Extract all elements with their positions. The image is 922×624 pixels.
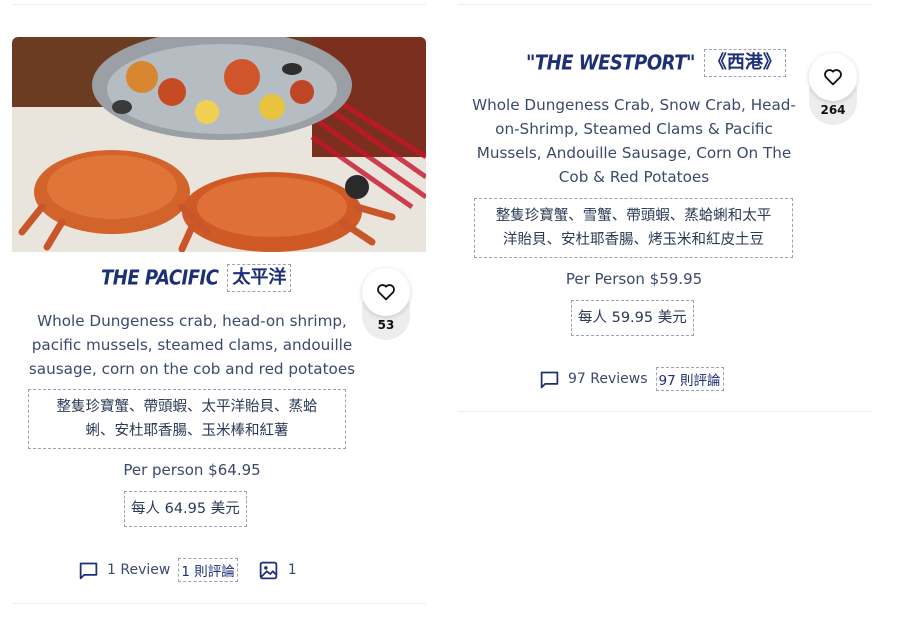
description-zh-line: 蜊、安杜耶香腸、玉米棒和紅薯 xyxy=(85,423,289,439)
card-divider-right xyxy=(458,411,872,412)
price-en: Per Person $59.95 xyxy=(565,270,703,288)
image-icon[interactable] xyxy=(258,560,279,581)
dish-name-zh: 《西港》 xyxy=(703,49,786,77)
description-line: pacific mussels, steamed clams, andouill… xyxy=(31,336,353,354)
reviews-link-zh[interactable]: 1 則評論 xyxy=(178,558,238,582)
card-divider-left xyxy=(12,603,426,604)
description-line: Whole Dungeness crab, head-on shrimp, xyxy=(37,312,347,330)
comment-icon[interactable] xyxy=(539,369,560,390)
top-divider-right xyxy=(458,4,872,5)
heart-outline-icon xyxy=(376,283,396,301)
description-line: sausage, corn on the cob and red potatoe… xyxy=(28,360,356,378)
favorite-widget-pacific: 53 xyxy=(362,268,410,340)
reviews-link[interactable]: 97 Reviews xyxy=(568,371,648,387)
favorite-widget-westport: 264 xyxy=(809,53,857,125)
description-line: Whole Dungeness Crab, Snow Crab, Head- xyxy=(472,96,796,114)
reviews-link-zh[interactable]: 97 則評論 xyxy=(655,367,724,391)
reviews-link[interactable]: 1 Review xyxy=(107,562,170,578)
price-en: Per person $64.95 xyxy=(123,461,261,479)
dish-description-en: Whole Dungeness crab, head-on shrimp, pa… xyxy=(22,309,362,381)
description-zh-line: 洋貽貝、安杜耶香腸、烤玉米和紅皮土豆 xyxy=(503,232,764,248)
heart-outline-icon xyxy=(823,68,843,86)
review-row-pacific: 1 Review 1 則評論 1 xyxy=(78,558,297,582)
dish-title-westport: "THE WESTPORT" 《西港》 xyxy=(526,49,786,77)
dish-name-en: "THE WESTPORT" xyxy=(526,51,695,75)
seafood-boil-photo[interactable] xyxy=(12,37,426,252)
dish-name-en: THE PACIFIC xyxy=(101,266,219,290)
dish-description-zh: 整隻珍寶蟹、帶頭蝦、太平洋貽貝、蒸蛤 蜊、安杜耶香腸、玉米棒和紅薯 xyxy=(28,389,346,449)
favorite-button[interactable] xyxy=(362,268,410,316)
dish-description-zh: 整隻珍寶蟹、雪蟹、帶頭蝦、蒸蛤蜊和太平 洋貽貝、安杜耶香腸、烤玉米和紅皮土豆 xyxy=(474,198,793,258)
price-zh: 每人 64.95 美元 xyxy=(124,491,247,527)
description-zh-line: 整隻珍寶蟹、帶頭蝦、太平洋貽貝、蒸蛤 xyxy=(56,399,318,415)
description-zh-line: 整隻珍寶蟹、雪蟹、帶頭蝦、蒸蛤蜊和太平 xyxy=(495,208,772,224)
photo-count[interactable]: 1 xyxy=(288,562,297,578)
favorite-button[interactable] xyxy=(809,53,857,101)
price-zh: 每人 59.95 美元 xyxy=(571,300,694,336)
description-line: Cob & Red Potatoes xyxy=(558,168,710,186)
dish-name-zh: 太平洋 xyxy=(227,264,292,292)
top-divider-left xyxy=(12,4,426,5)
description-line: on-Shrimp, Steamed Clams & Pacific xyxy=(495,120,773,138)
dish-description-en: Whole Dungeness Crab, Snow Crab, Head- o… xyxy=(464,93,804,189)
review-row-westport: 97 Reviews 97 則評論 xyxy=(539,367,724,391)
comment-icon[interactable] xyxy=(78,560,99,581)
dish-title-pacific: THE PACIFIC 太平洋 xyxy=(101,264,292,292)
description-line: Mussels, Andouille Sausage, Corn On The xyxy=(476,144,792,162)
